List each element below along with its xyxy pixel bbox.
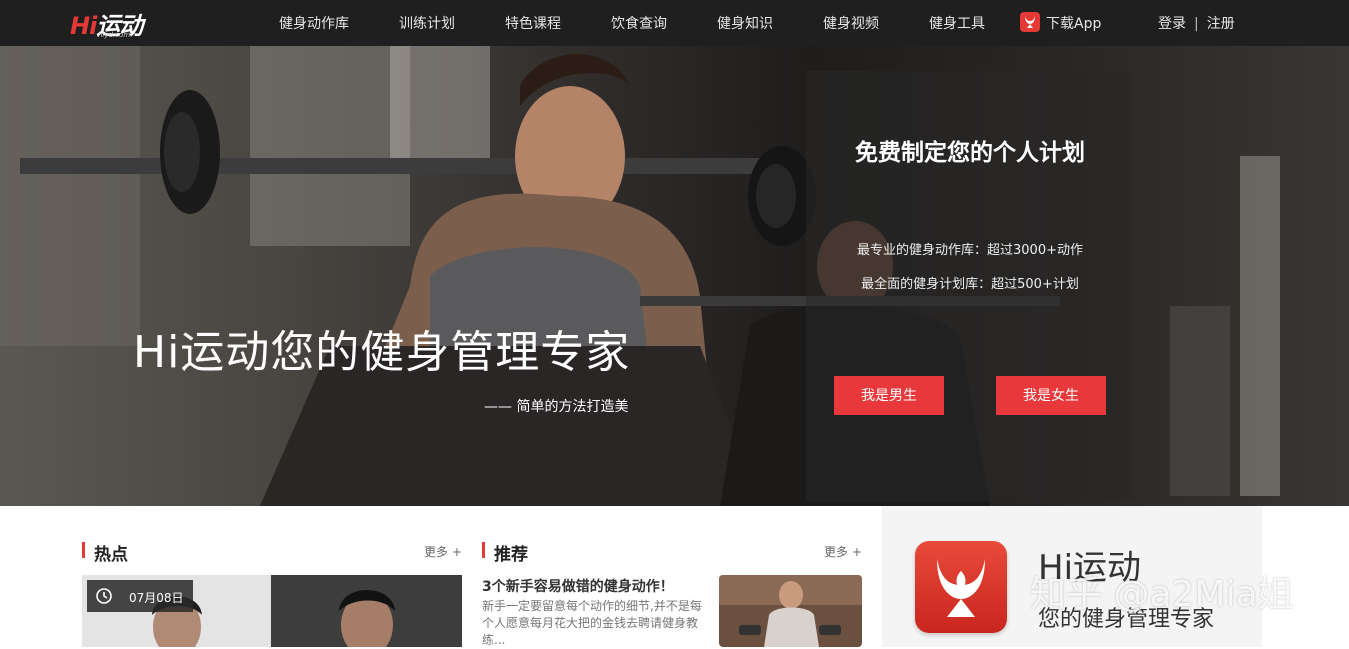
auth-links: 登录 | 注册 [1158, 13, 1235, 33]
male-button[interactable]: 我是男生 [834, 376, 944, 415]
recommend-section-header: 推荐 [482, 540, 862, 565]
logo-domain: hiyd.com [98, 31, 131, 39]
hero-banner: Hi运动您的健身管理专家 —— 简单的方法打造美 免费制定您的个人计划 最专业的… [0, 46, 1349, 506]
nav-training-plans[interactable]: 训练计划 [399, 13, 455, 33]
plan-feature-plans: 最全面的健身计划库：超过500+计划 [861, 277, 1079, 292]
site-logo[interactable]: Hi运动 hiyd.com [70, 6, 170, 40]
plan-title: 免费制定您的个人计划 [855, 140, 1085, 166]
nav-fitness-tools[interactable]: 健身工具 [929, 13, 985, 33]
hot-article-image-right[interactable] [271, 575, 462, 647]
recommend-article-title[interactable]: 3个新手容易做错的健身动作！ [482, 576, 674, 596]
plan-panel: 免费制定您的个人计划 最专业的健身动作库：超过3000+动作 最全面的健身计划库… [806, 71, 1134, 501]
clock-icon [96, 588, 112, 604]
auth-separator: | [1194, 16, 1199, 32]
top-nav-bar: Hi运动 hiyd.com 健身动作库 训练计划 特色课程 饮食查询 健身知识 … [0, 0, 1349, 46]
nav-fitness-knowledge[interactable]: 健身知识 [717, 13, 773, 33]
hot-section-header: 热点 [82, 540, 462, 565]
man-portrait-image [271, 575, 462, 647]
hero-background-photo [0, 46, 1280, 506]
woman-dumbbell-image [719, 575, 862, 647]
plan-feature-exercises: 最专业的健身动作库：超过3000+动作 [857, 243, 1083, 258]
nav-food-lookup[interactable]: 饮食查询 [611, 13, 667, 33]
hot-section-title: 热点 [94, 545, 128, 565]
nav-featured-courses[interactable]: 特色课程 [505, 13, 561, 33]
download-app-link[interactable]: 下载App [1046, 13, 1101, 33]
zhihu-watermark: 知乎 @a2Mia姐 [1030, 574, 1294, 615]
app-logo-icon[interactable] [915, 541, 1007, 633]
section-accent-bar [482, 542, 485, 558]
recommend-article-image[interactable] [719, 575, 862, 647]
date-text: 07月08日 [129, 591, 184, 605]
register-link[interactable]: 注册 [1207, 16, 1235, 32]
hot-more-link[interactable]: 更多 + [424, 543, 462, 560]
section-accent-bar [82, 542, 85, 558]
app-logo-icon[interactable] [1020, 12, 1040, 32]
hero-tagline: —— 简单的方法打造美 [484, 399, 629, 415]
hero-title: Hi运动您的健身管理专家 [133, 327, 631, 378]
date-badge: 07月08日 [87, 580, 193, 612]
nav-exercise-library[interactable]: 健身动作库 [279, 13, 349, 33]
recommend-section-title: 推荐 [494, 545, 528, 565]
female-button[interactable]: 我是女生 [996, 376, 1106, 415]
nav-fitness-videos[interactable]: 健身视频 [823, 13, 879, 33]
recommend-more-link[interactable]: 更多 + [824, 543, 862, 560]
login-link[interactable]: 登录 [1158, 16, 1186, 32]
recommend-article-excerpt: 新手一定要留意每个动作的细节,并不是每个人愿意每月花大把的金钱去聘请健身教练..… [482, 599, 702, 647]
